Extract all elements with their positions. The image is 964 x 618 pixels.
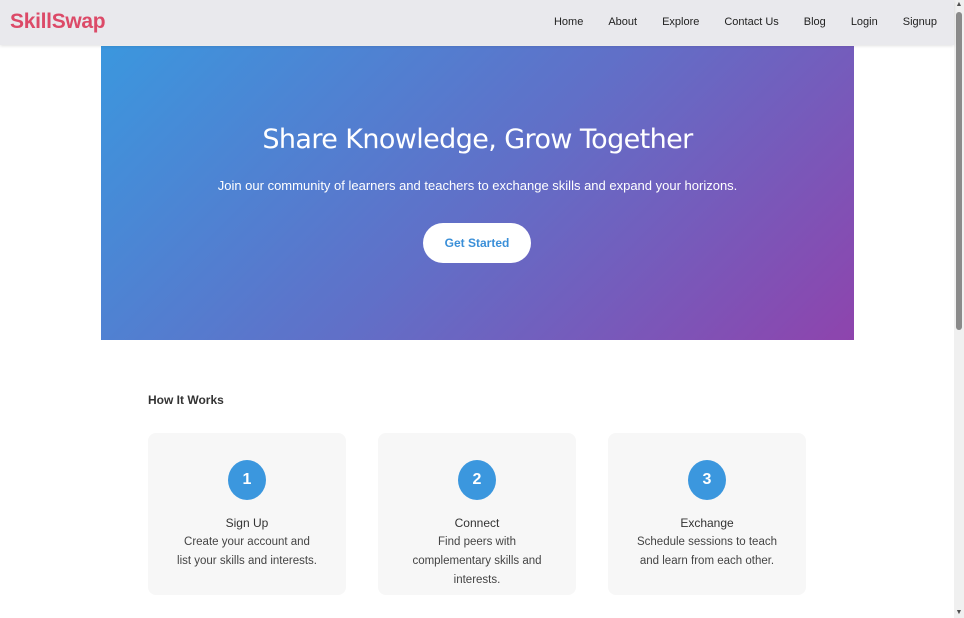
nav-link-contact[interactable]: Contact Us — [724, 16, 778, 28]
scrollbar-thumb[interactable] — [956, 12, 962, 330]
step-number-badge: 1 — [228, 460, 266, 500]
how-it-works-heading: How It Works — [148, 393, 224, 407]
step-card-exchange: 3 Exchange Schedule sessions to teach an… — [608, 433, 806, 595]
step-card-connect: 2 Connect Find peers with complementary … — [378, 433, 576, 595]
brand-logo[interactable]: SkillSwap — [10, 10, 106, 34]
hero-subtitle: Join our community of learners and teach… — [217, 178, 738, 193]
nav-link-signup[interactable]: Signup — [903, 16, 937, 28]
nav-link-explore[interactable]: Explore — [662, 16, 699, 28]
step-number-badge: 2 — [458, 460, 496, 500]
hero-title: Share Knowledge, Grow Together — [262, 124, 693, 155]
nav-link-blog[interactable]: Blog — [804, 16, 826, 28]
step-description: Find peers with complementary skills and… — [412, 536, 542, 586]
hero-banner: Share Knowledge, Grow Together Join our … — [101, 46, 854, 340]
navbar: SkillSwap Home About Explore Contact Us … — [0, 0, 954, 45]
scroll-up-icon[interactable]: ▲ — [954, 0, 964, 10]
step-card-sign-up: 1 Sign Up Create your account and list y… — [148, 433, 346, 595]
scroll-down-icon[interactable]: ▼ — [954, 608, 964, 618]
nav-link-login[interactable]: Login — [851, 16, 878, 28]
nav-link-about[interactable]: About — [608, 16, 637, 28]
step-title: Sign Up — [225, 516, 269, 530]
step-description: Create your account and list your skills… — [177, 536, 317, 567]
step-number-badge: 3 — [688, 460, 726, 500]
step-title: Connect — [454, 516, 500, 530]
step-title: Exchange — [680, 516, 734, 530]
step-description: Schedule sessions to teach and learn fro… — [636, 536, 777, 567]
get-started-button[interactable]: Get Started — [423, 223, 531, 263]
nav-links: Home About Explore Contact Us Blog Login… — [529, 16, 937, 28]
vertical-scrollbar[interactable]: ▲ ▼ — [954, 0, 964, 618]
nav-link-home[interactable]: Home — [554, 16, 583, 28]
